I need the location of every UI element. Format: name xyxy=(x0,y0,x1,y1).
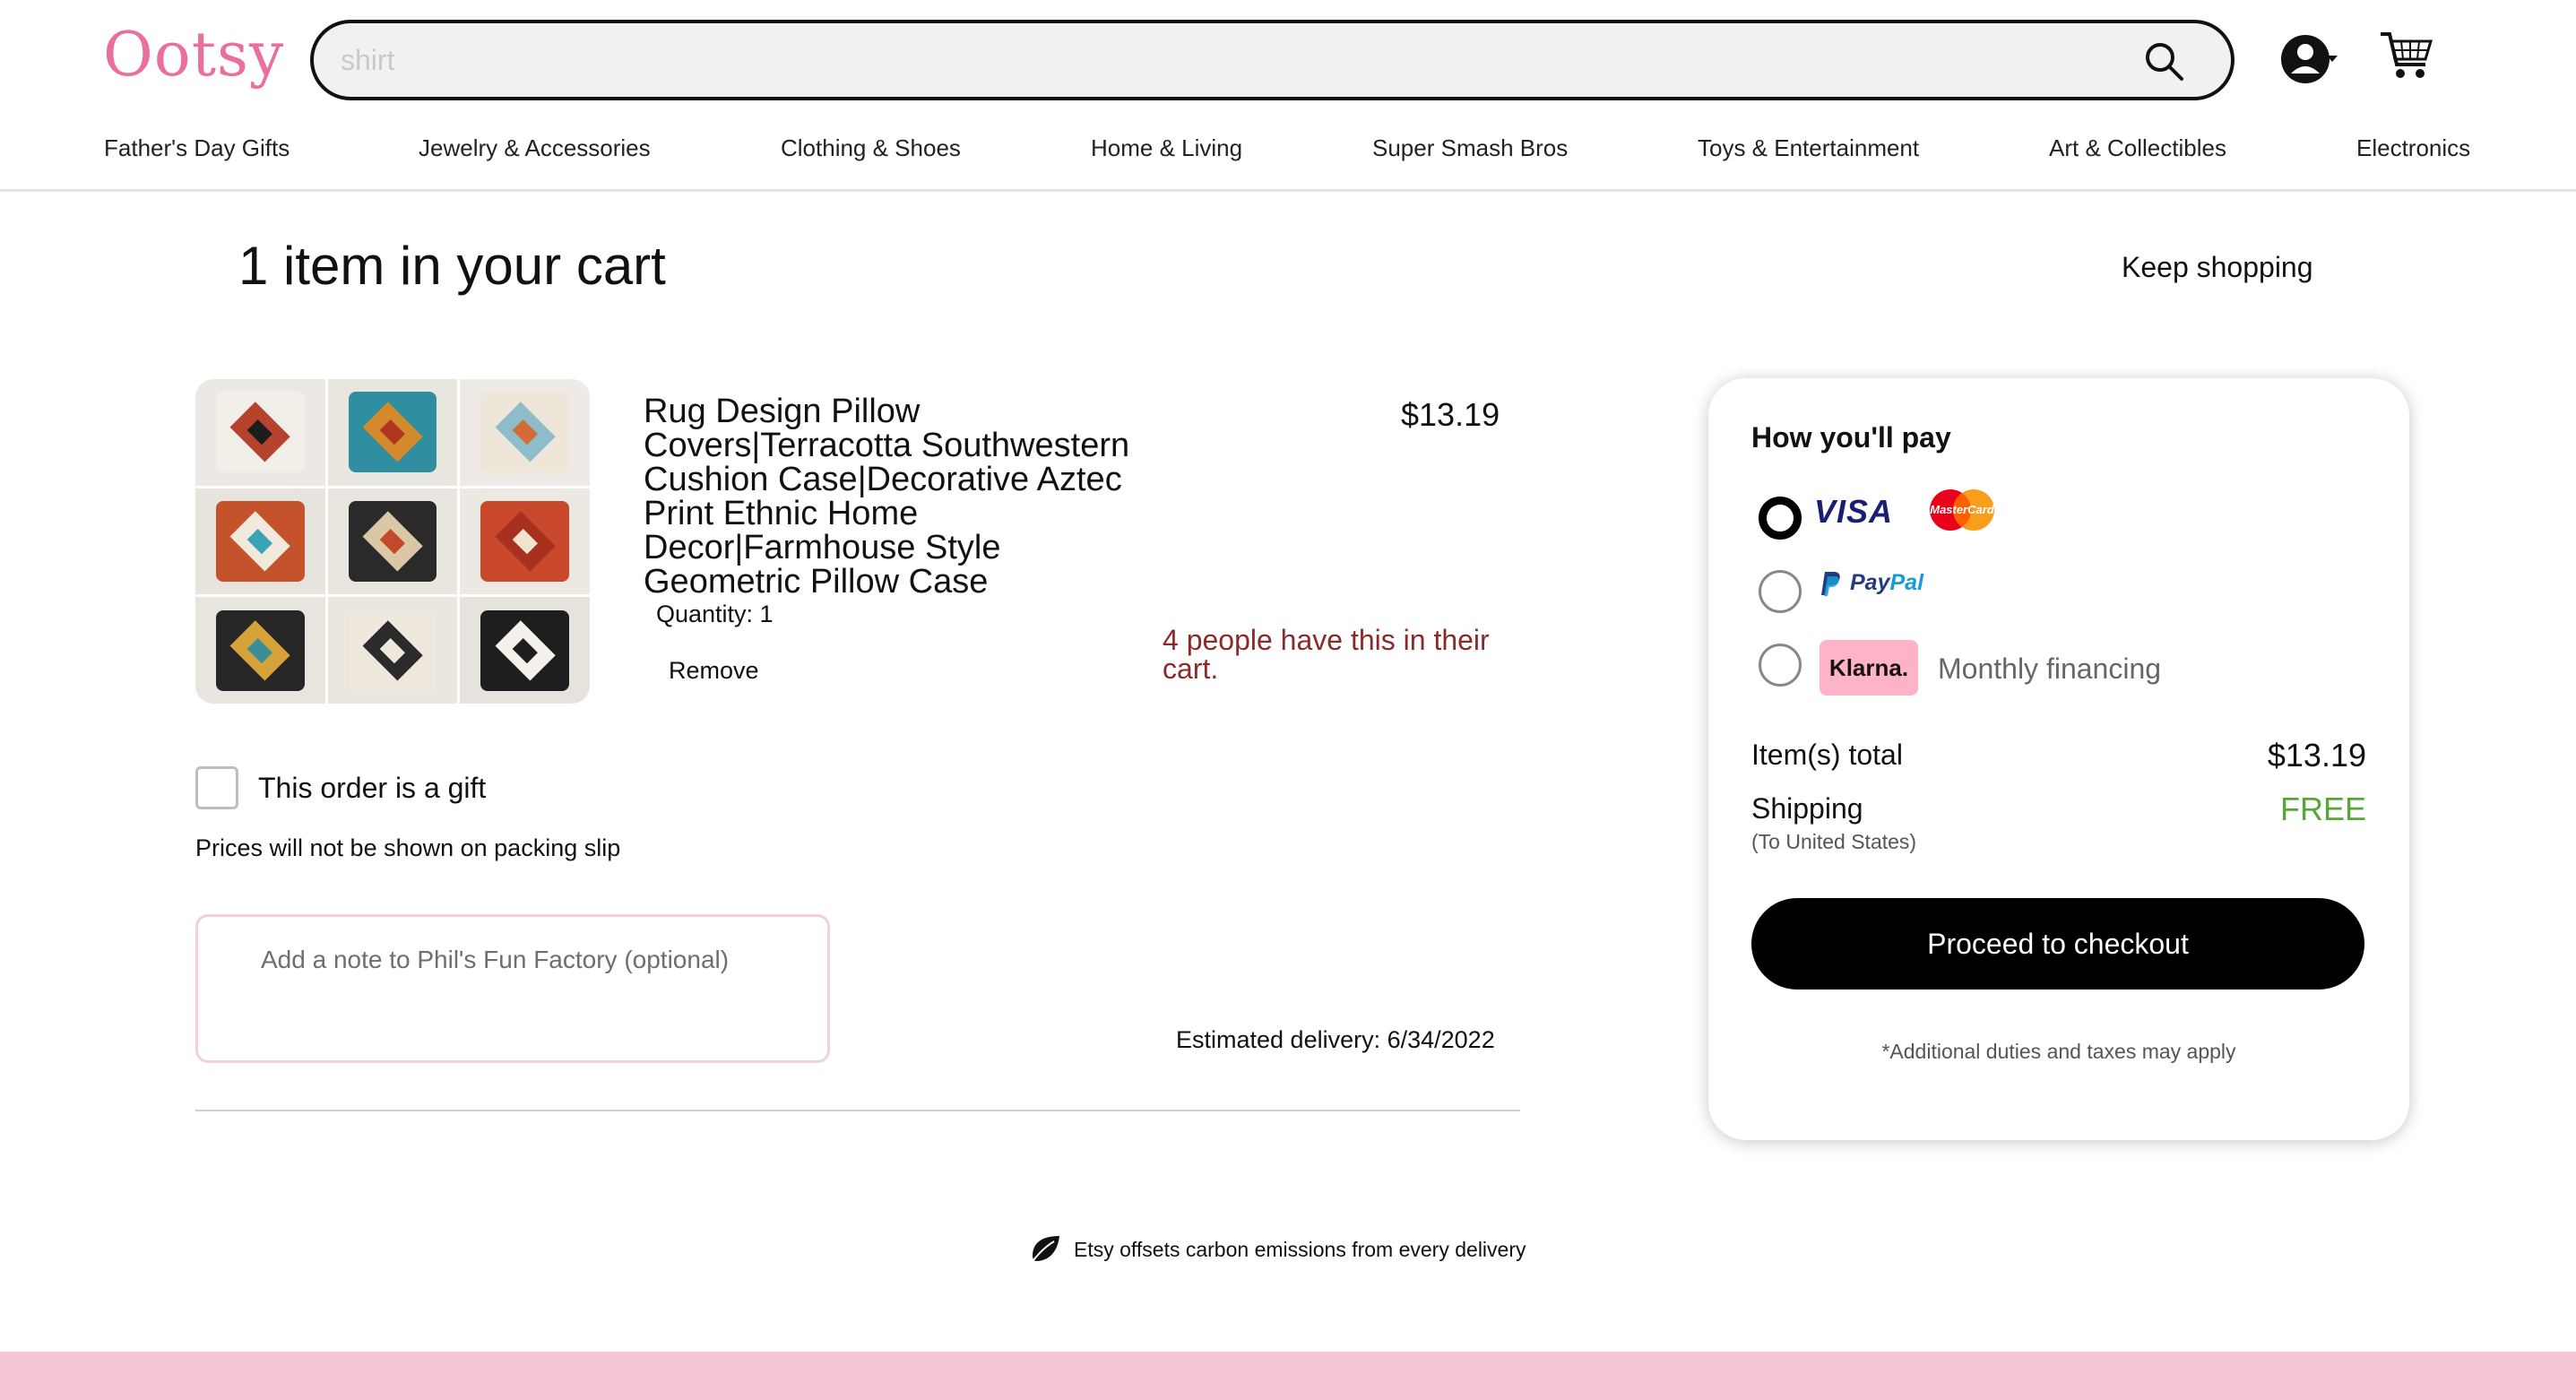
seller-note-box[interactable] xyxy=(195,914,830,1063)
pillow-tile xyxy=(195,488,325,595)
nav-item-toys[interactable]: Toys & Entertainment xyxy=(1698,134,1919,162)
pillow-tile xyxy=(327,597,458,704)
mastercard-text: MasterCard xyxy=(1930,503,1995,516)
paypal-pay: Pay xyxy=(1850,570,1890,595)
divider xyxy=(195,1110,1520,1111)
footer-bar xyxy=(0,1352,2576,1400)
items-total-label: Item(s) total xyxy=(1751,739,1903,771)
logo[interactable]: Ootsy xyxy=(103,20,284,91)
remove-button[interactable]: Remove xyxy=(669,657,759,685)
seller-note-input[interactable] xyxy=(261,946,799,1035)
product-title[interactable]: Rug Design Pillow Covers|Terracotta Sout… xyxy=(644,394,1163,599)
nav-item-fathers-day[interactable]: Father's Day Gifts xyxy=(104,134,290,162)
shipping-value: FREE xyxy=(2279,791,2366,827)
visa-logo: VISA xyxy=(1814,493,1894,530)
pillow-tile xyxy=(327,488,458,595)
pillow-tile xyxy=(460,597,590,704)
gift-checkbox[interactable] xyxy=(195,766,238,809)
pillow-tile xyxy=(460,379,590,486)
keep-shopping-link[interactable]: Keep shopping xyxy=(2122,251,2313,284)
cart-title: 1 item in your cart xyxy=(238,236,666,296)
item-price: $13.19 xyxy=(1401,396,1500,433)
payment-panel: How you'll pay VISA MasterCard PayPal Kl… xyxy=(1708,378,2409,1140)
site-header: Ootsy Father's Day Gifts Jewelry & Acces… xyxy=(0,0,2576,192)
demand-notice: 4 people have this in their cart. xyxy=(1163,624,1490,685)
carbon-text: Etsy offsets carbon emissions from every… xyxy=(1074,1237,1526,1261)
carbon-offset-notice: Etsy offsets carbon emissions from every… xyxy=(1029,1234,1526,1265)
payment-radio-card[interactable] xyxy=(1759,497,1802,540)
payment-radio-klarna[interactable] xyxy=(1759,644,1802,687)
duties-notice: *Additional duties and taxes may apply xyxy=(1881,1040,2236,1063)
account-icon[interactable] xyxy=(2278,32,2339,86)
nav-item-smash-bros[interactable]: Super Smash Bros xyxy=(1372,134,1568,162)
nav-item-jewelry[interactable]: Jewelry & Accessories xyxy=(419,134,651,162)
search-input[interactable] xyxy=(341,38,2044,82)
pillow-tile xyxy=(327,379,458,486)
paypal-logo: PayPal xyxy=(1850,570,1923,596)
product-image[interactable] xyxy=(195,379,590,704)
paypal-pal: Pal xyxy=(1889,570,1924,595)
shipping-destination: (To United States) xyxy=(1751,830,1917,853)
shipping-label: Shipping xyxy=(1751,792,1863,825)
gift-note: Prices will not be shown on packing slip xyxy=(195,834,621,861)
category-nav: Father's Day Gifts Jewelry & Accessories… xyxy=(0,134,2576,170)
payment-radio-paypal[interactable] xyxy=(1759,570,1802,613)
paypal-icon xyxy=(1821,572,1840,596)
quantity-label[interactable]: Quantity: 1 xyxy=(656,601,774,628)
pillow-tile xyxy=(460,488,590,595)
gift-label[interactable]: This order is a gift xyxy=(258,772,486,805)
pillow-tile xyxy=(195,597,325,704)
nav-item-electronics[interactable]: Electronics xyxy=(2356,134,2470,162)
pillow-tile xyxy=(195,379,325,486)
search-bar[interactable] xyxy=(310,20,2235,100)
payment-title: How you'll pay xyxy=(1751,421,1951,454)
klarna-logo: Klarna. xyxy=(1820,640,1918,696)
klarna-text: Monthly financing xyxy=(1938,652,2162,685)
items-total-value: $13.19 xyxy=(2267,737,2366,773)
cart-icon[interactable] xyxy=(2379,29,2433,82)
nav-item-home[interactable]: Home & Living xyxy=(1091,134,1242,162)
nav-item-clothing[interactable]: Clothing & Shoes xyxy=(781,134,961,162)
proceed-to-checkout-button[interactable]: Proceed to checkout xyxy=(1751,898,2364,990)
leaf-icon xyxy=(1030,1236,1059,1265)
search-icon[interactable] xyxy=(2142,39,2185,82)
nav-item-art[interactable]: Art & Collectibles xyxy=(2049,134,2226,162)
mastercard-logo: MasterCard xyxy=(1930,489,1995,531)
estimated-delivery: Estimated delivery: 6/34/2022 xyxy=(1176,1026,1495,1053)
